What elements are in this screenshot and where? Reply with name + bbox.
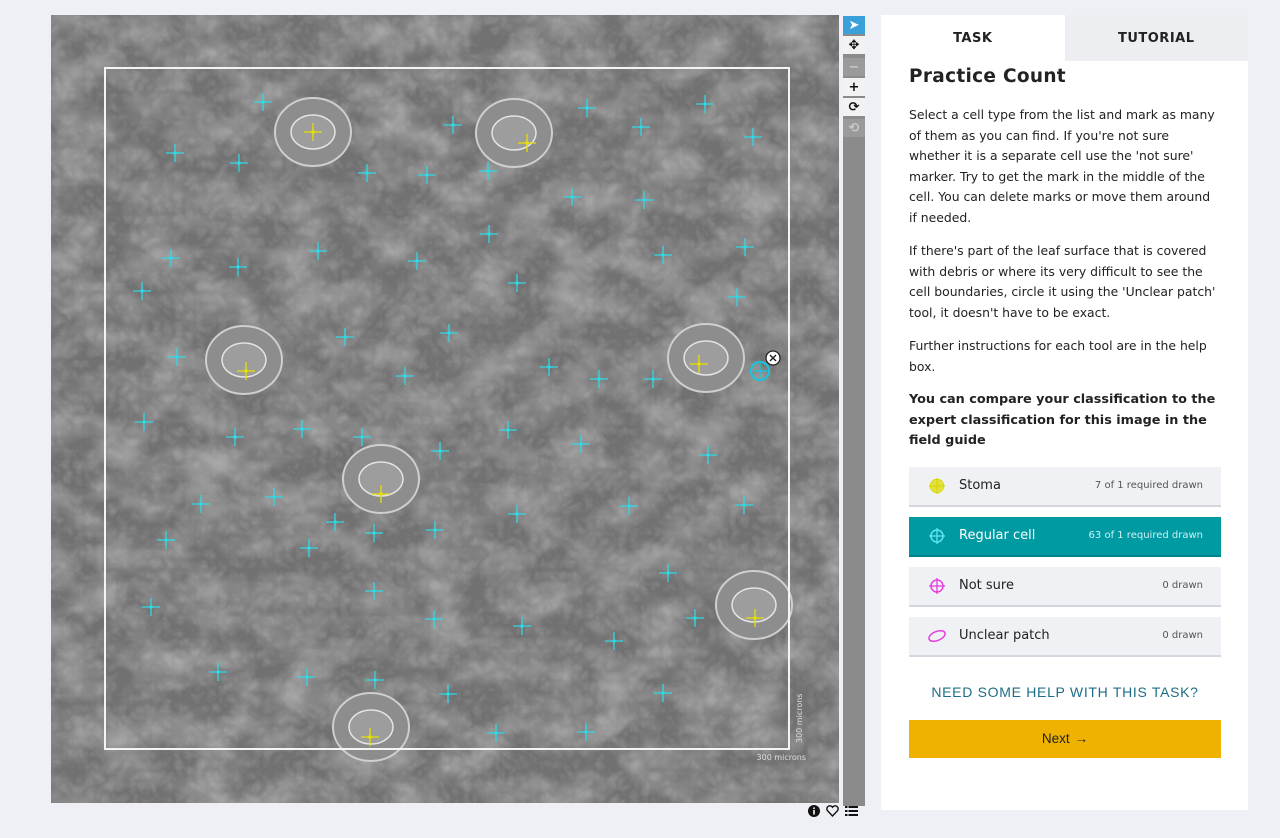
next-button[interactable]: Next →: [909, 719, 1221, 758]
tool-not-sure[interactable]: Not sure 0 drawn: [909, 566, 1221, 607]
heart-icon[interactable]: [826, 805, 839, 821]
tool-stoma[interactable]: Stoma 7 of 1 required drawn: [909, 466, 1221, 507]
ellipse-icon: [927, 626, 947, 646]
stoma-shape: [332, 692, 410, 762]
zoom-in-icon[interactable]: +: [843, 78, 865, 97]
task-help-link[interactable]: NEED SOME HELP WITH THIS TASK?: [909, 684, 1221, 700]
rotate-icon[interactable]: ⟳: [843, 98, 865, 117]
task-title: Practice Count: [909, 66, 1066, 87]
tool-label: Regular cell: [959, 528, 1036, 543]
zoom-out-icon[interactable]: −: [843, 58, 865, 77]
move-tool-icon[interactable]: ✥: [843, 36, 865, 55]
stoma-shape: [715, 570, 793, 640]
subject-image-viewer[interactable]: 300 microns 300 microns: [51, 15, 839, 803]
tab-task[interactable]: TASK: [881, 15, 1065, 61]
stoma-shape: [205, 325, 283, 395]
crosshair-icon: [927, 526, 947, 546]
info-icon[interactable]: [808, 805, 820, 821]
delete-marker-icon[interactable]: [765, 350, 781, 366]
tool-count: 0 drawn: [1162, 630, 1203, 641]
tool-label: Stoma: [959, 478, 1001, 493]
instruction-paragraph: Further instructions for each tool are i…: [909, 338, 1207, 374]
arrow-right-icon: →: [1074, 731, 1089, 746]
task-tabs: TASK TUTORIAL: [881, 15, 1248, 61]
subject-metadata-icons: [808, 805, 858, 821]
field-guide-note: You can compare your classification to t…: [909, 392, 1216, 448]
next-label: Next: [1041, 731, 1070, 746]
tab-tutorial[interactable]: TUTORIAL: [1064, 15, 1248, 61]
tool-regular-cell[interactable]: Regular cell 63 of 1 required drawn: [909, 516, 1221, 557]
pointer-tool-icon[interactable]: ➤: [843, 16, 865, 35]
scale-bar-label: 300 microns: [757, 753, 806, 762]
instruction-paragraph: If there's part of the leaf surface that…: [909, 243, 1216, 320]
viewer-toolbar: ➤ ✥ − + ⟳ ⟲: [843, 16, 865, 806]
stoma-marker-icon: [927, 476, 947, 496]
stoma-shape: [667, 323, 745, 393]
selected-marker[interactable]: [749, 360, 771, 382]
tool-count: 7 of 1 required drawn: [1094, 480, 1203, 491]
instruction-paragraph: Select a cell type from the list and mar…: [909, 107, 1215, 225]
tool-count: 63 of 1 required drawn: [1088, 530, 1203, 541]
task-panel: TASK TUTORIAL Practice Count Select a ce…: [881, 15, 1248, 810]
tool-unclear-patch[interactable]: Unclear patch 0 drawn: [909, 616, 1221, 657]
stoma-shape: [475, 98, 553, 168]
tool-label: Unclear patch: [959, 628, 1050, 643]
tool-label: Not sure: [959, 578, 1014, 593]
crosshair-icon: [927, 576, 947, 596]
collections-icon[interactable]: [845, 805, 858, 821]
tool-count: 0 drawn: [1162, 580, 1203, 591]
subject-image[interactable]: 300 microns 300 microns: [51, 15, 839, 803]
reset-view-icon[interactable]: ⟲: [843, 119, 865, 138]
scale-bar-side-label: 300 microns: [795, 694, 804, 743]
